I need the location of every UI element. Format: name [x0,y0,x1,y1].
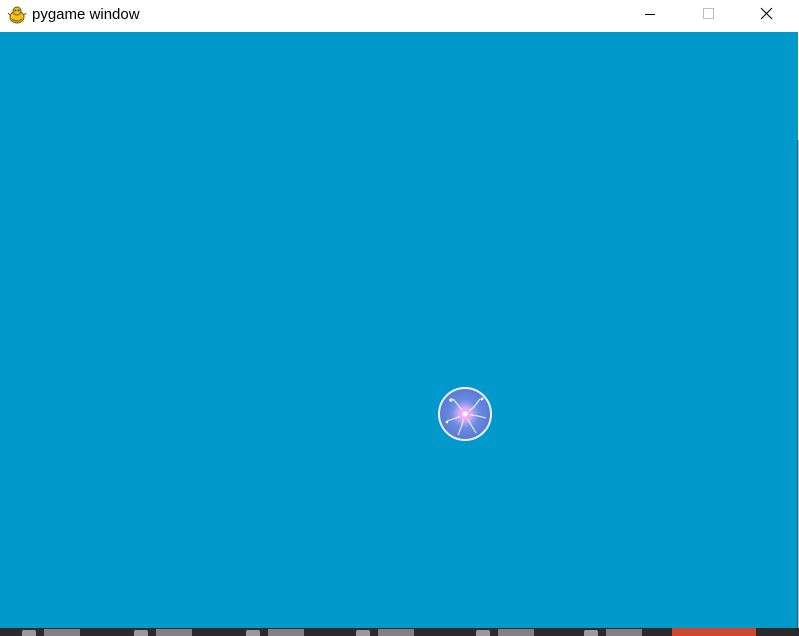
taskbar-app-icon [584,630,598,636]
maximize-icon [703,8,714,19]
plasma-ball-sprite [436,385,494,443]
minimize-button[interactable] [627,0,673,30]
taskbar-item-label [156,629,192,636]
taskbar-item-label [378,629,414,636]
taskbar-app-icon [246,630,260,636]
game-canvas[interactable] [0,32,798,628]
taskbar-item[interactable] [22,628,82,636]
taskbar-item[interactable] [476,628,536,636]
taskbar-app-icon [22,630,36,636]
pygame-snake-icon [7,5,27,25]
taskbar-item-label [268,629,304,636]
minimize-icon [645,14,655,15]
taskbar-item[interactable] [356,628,416,636]
taskbar-app-icon [356,630,370,636]
title-bar[interactable]: pygame window [0,0,798,32]
taskbar-app-icon [134,630,148,636]
maximize-button[interactable] [685,0,731,30]
taskbar-item[interactable] [584,628,644,636]
window-title: pygame window [32,6,140,23]
taskbar-app-icon [476,630,490,636]
taskbar-item[interactable] [134,628,194,636]
taskbar-item-label [498,629,534,636]
close-button[interactable] [743,0,789,30]
pygame-window: pygame window [0,0,798,636]
close-icon [760,7,773,20]
taskbar-item-label [44,629,80,636]
taskbar-item-label [606,629,642,636]
taskbar-active-item[interactable] [672,628,756,636]
taskbar-item[interactable] [246,628,306,636]
